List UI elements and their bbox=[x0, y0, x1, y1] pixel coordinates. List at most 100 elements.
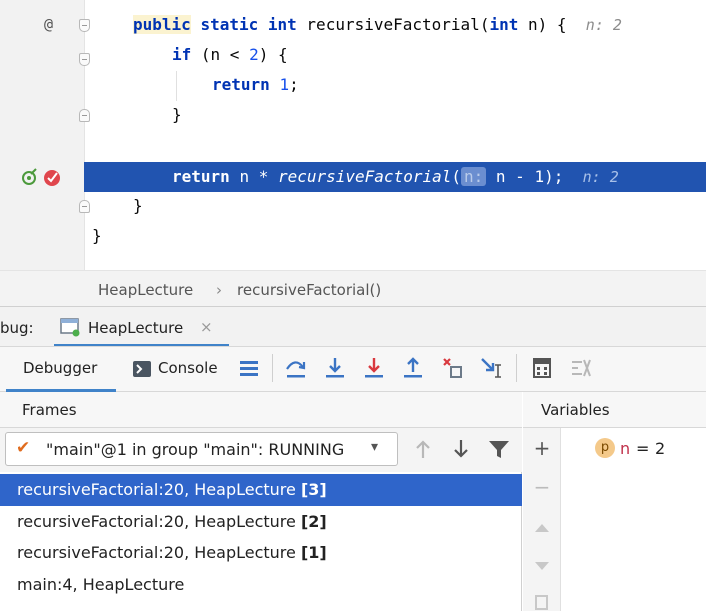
trace-stream-icon[interactable] bbox=[568, 355, 594, 381]
code-text: public static int recursiveFactorial(int… bbox=[133, 15, 622, 35]
step-into-icon[interactable] bbox=[322, 355, 348, 381]
frame-row[interactable]: recursiveFactorial:20, HeapLecture [2] bbox=[0, 506, 522, 538]
method-name: recursiveFactorial( bbox=[306, 15, 490, 34]
variable-value: 2 bbox=[655, 439, 666, 458]
toolbar-separator bbox=[516, 354, 517, 382]
frame-down-icon[interactable] bbox=[447, 434, 475, 464]
closing-brace: } bbox=[172, 105, 182, 124]
close-icon[interactable]: × bbox=[200, 318, 213, 336]
keyword-public: public bbox=[133, 15, 191, 34]
frame-text: main:4, HeapLecture bbox=[17, 574, 185, 594]
fold-marker-if-end[interactable] bbox=[79, 109, 90, 122]
chevron-down-icon: ▾ bbox=[371, 439, 379, 455]
variables-header: Variables bbox=[523, 392, 706, 428]
param-rest: n) { bbox=[528, 15, 567, 34]
frames-panel: Frames ✔ "main"@1 in group "main": RUNNI… bbox=[0, 392, 522, 611]
copy-watch-icon[interactable] bbox=[532, 592, 552, 611]
drop-frame-icon[interactable] bbox=[440, 355, 466, 381]
keyword-if: if bbox=[172, 45, 192, 64]
frame-text: recursiveFactorial:20, HeapLecture bbox=[17, 511, 301, 531]
if-close: ) { bbox=[258, 45, 288, 64]
move-up-icon[interactable] bbox=[532, 518, 552, 538]
thread-check-icon: ✔ bbox=[16, 438, 31, 458]
tab-console[interactable]: Console bbox=[130, 347, 230, 392]
variables-panel: Variables + − p n = 2 bbox=[523, 392, 706, 611]
thread-dropdown[interactable]: ✔ "main"@1 in group "main": RUNNING ▾ bbox=[5, 432, 398, 466]
frame-label: recursiveFactorial:20, HeapLecture [1] bbox=[17, 543, 327, 562]
breadcrumb-item-class[interactable]: HeapLecture bbox=[98, 281, 193, 299]
move-down-icon[interactable] bbox=[532, 556, 552, 576]
force-step-into-icon[interactable] bbox=[361, 355, 387, 381]
frames-title: Frames bbox=[22, 401, 77, 419]
frame-row[interactable]: main:4, HeapLecture bbox=[0, 569, 522, 601]
code-line-if: if (n < 2) { bbox=[0, 41, 706, 71]
frame-row[interactable]: recursiveFactorial:20, HeapLecture [1] bbox=[0, 537, 522, 569]
override-annotation-icon[interactable]: @ bbox=[44, 15, 53, 33]
app-window-icon bbox=[60, 318, 80, 337]
number-literal: 1 bbox=[279, 75, 290, 94]
keyword-int: int bbox=[267, 15, 297, 34]
layout-menu-icon[interactable] bbox=[236, 355, 262, 381]
frame-row[interactable]: recursiveFactorial:20, HeapLecture [3] bbox=[0, 474, 522, 506]
step-out-icon[interactable] bbox=[400, 355, 426, 381]
frame-text: recursiveFactorial:20, HeapLecture bbox=[17, 480, 301, 499]
keyword-return: return bbox=[212, 75, 270, 94]
inline-value-hint: n: 2 bbox=[585, 16, 622, 34]
thread-label: "main"@1 in group "main": RUNNING bbox=[46, 440, 345, 459]
indent-guide bbox=[176, 71, 177, 101]
debugger-toolbar: Debugger Console bbox=[0, 346, 706, 392]
tab-debugger[interactable]: Debugger bbox=[6, 347, 116, 392]
remove-watch-icon[interactable]: − bbox=[532, 477, 552, 497]
breadcrumb: HeapLecture › recursiveFactorial() bbox=[0, 270, 706, 306]
tab-console-label: Console bbox=[158, 359, 218, 377]
variables-title: Variables bbox=[541, 401, 610, 419]
if-condition: (n < bbox=[200, 45, 250, 64]
call-argument: n - 1); bbox=[495, 167, 564, 186]
frame-text: recursiveFactorial:20, HeapLecture bbox=[17, 543, 301, 562]
filter-icon[interactable] bbox=[485, 434, 513, 464]
code-text: return 1; bbox=[212, 75, 299, 95]
fold-marker-method[interactable] bbox=[79, 19, 90, 32]
keyword-int-param: int bbox=[489, 15, 519, 34]
frame-list: recursiveFactorial:20, HeapLecture [3] r… bbox=[0, 474, 522, 600]
code-text: if (n < 2) { bbox=[172, 45, 288, 65]
execution-point-line[interactable]: return n * recursiveFactorial(n: n - 1);… bbox=[84, 162, 706, 192]
inline-value-hint: n: 2 bbox=[582, 168, 619, 186]
fold-marker-method-end[interactable] bbox=[79, 200, 90, 213]
step-into-target-icon[interactable] bbox=[21, 168, 39, 186]
closing-brace: } bbox=[92, 226, 102, 245]
parameter-hint: n: bbox=[461, 167, 487, 186]
code-line-if-close: } bbox=[0, 101, 706, 131]
debug-session-tab[interactable]: HeapLecture × bbox=[54, 307, 229, 347]
parameter-badge-icon: p bbox=[595, 438, 615, 458]
step-over-icon[interactable] bbox=[283, 355, 309, 381]
code-line-class-close: } bbox=[0, 222, 706, 252]
open-paren: ( bbox=[451, 167, 461, 186]
keyword-static: static bbox=[200, 15, 259, 34]
closing-brace: } bbox=[133, 196, 143, 215]
frames-header: Frames bbox=[0, 392, 522, 428]
breakpoint-gutter[interactable] bbox=[0, 162, 84, 192]
number-literal: 2 bbox=[249, 45, 259, 64]
breadcrumb-separator: › bbox=[216, 281, 222, 299]
frame-up-icon[interactable] bbox=[409, 434, 437, 464]
variable-equals: = bbox=[636, 439, 650, 458]
variable-name: n bbox=[620, 439, 631, 458]
fold-marker-if[interactable] bbox=[79, 53, 90, 66]
frame-index: [1] bbox=[300, 543, 327, 562]
evaluate-expression-icon[interactable] bbox=[529, 355, 555, 381]
breakpoint-icon[interactable] bbox=[43, 167, 63, 187]
frame-label: main:4, HeapLecture bbox=[17, 575, 184, 594]
expression: n * bbox=[239, 167, 278, 186]
frame-label: recursiveFactorial:20, HeapLecture [2] bbox=[17, 512, 327, 531]
code-line-return-1: return 1; bbox=[0, 71, 706, 101]
code-editor[interactable]: @ public static int recursiveFactorial(i… bbox=[0, 0, 706, 270]
debug-title: bug: bbox=[0, 319, 34, 337]
breadcrumb-item-method[interactable]: recursiveFactorial() bbox=[237, 281, 381, 299]
debug-tool-window-header: bug: HeapLecture × bbox=[0, 306, 706, 347]
add-watch-icon[interactable]: + bbox=[532, 438, 552, 458]
console-icon bbox=[133, 361, 151, 377]
run-to-cursor-icon[interactable] bbox=[479, 355, 505, 381]
code-text: return n * recursiveFactorial(n: n - 1);… bbox=[172, 167, 619, 187]
semicolon: ; bbox=[289, 75, 299, 94]
